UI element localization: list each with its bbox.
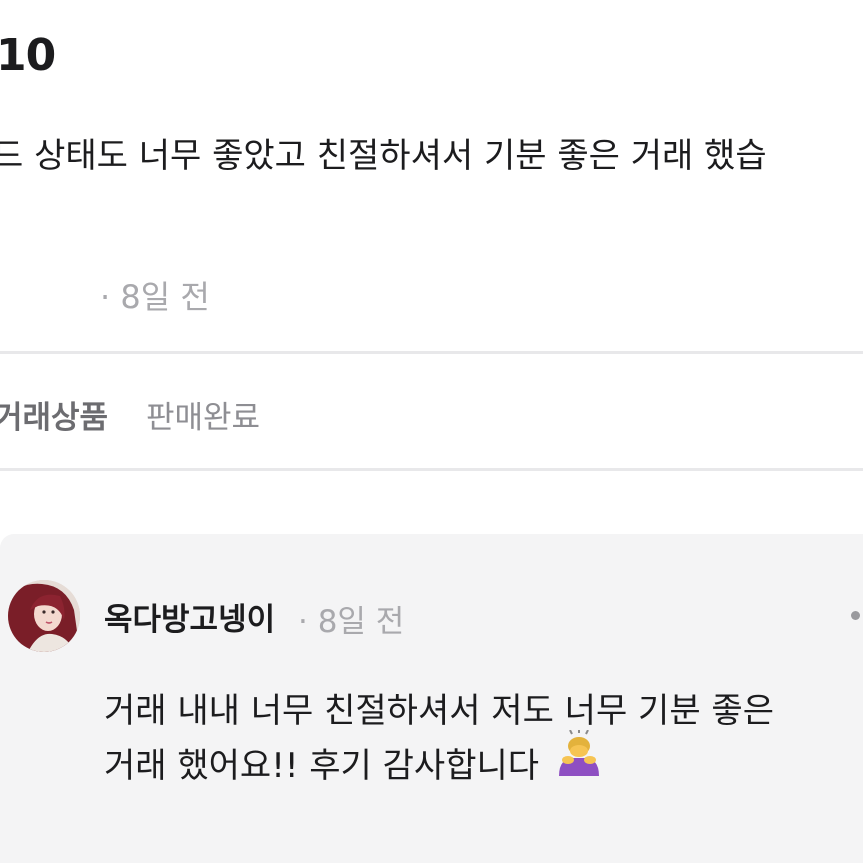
more-options-icon[interactable]	[851, 611, 860, 620]
review-timestamp: · 8일 전	[100, 278, 210, 316]
seller-name[interactable]: 옥다방고넹이	[104, 594, 275, 639]
person-bowing-icon	[553, 729, 605, 795]
divider	[0, 468, 863, 471]
review-score: 10	[0, 30, 56, 81]
review-detail-page: 10 드 상태도 너무 좋았고 친절하셔서 기분 좋은 거래 했습 · 8일 전…	[0, 0, 863, 863]
reply-line: 거래 내내 너무 친절하셔서 저도 너무 기분 좋은	[104, 691, 774, 731]
review-text: 드 상태도 너무 좋았고 친절하셔서 기분 좋은 거래 했습	[0, 136, 767, 176]
reply-timestamp: · 8일 전	[298, 604, 405, 640]
reply-line-with-emoji: 거래 했어요!! 후기 감사합니다	[104, 729, 863, 795]
trade-item-label: 거래상품	[0, 400, 109, 436]
divider	[0, 351, 863, 354]
avatar[interactable]	[8, 580, 80, 652]
reply-text: 거래 내내 너무 친절하셔서 저도 너무 기분 좋은 거래 했어요!! 후기 감…	[104, 684, 863, 795]
trade-item-row[interactable]: 거래상품 판매완료	[0, 392, 260, 437]
reply-line-text: 거래 했어요!! 후기 감사합니다	[104, 746, 540, 786]
trade-status: 판매완료	[145, 400, 261, 436]
